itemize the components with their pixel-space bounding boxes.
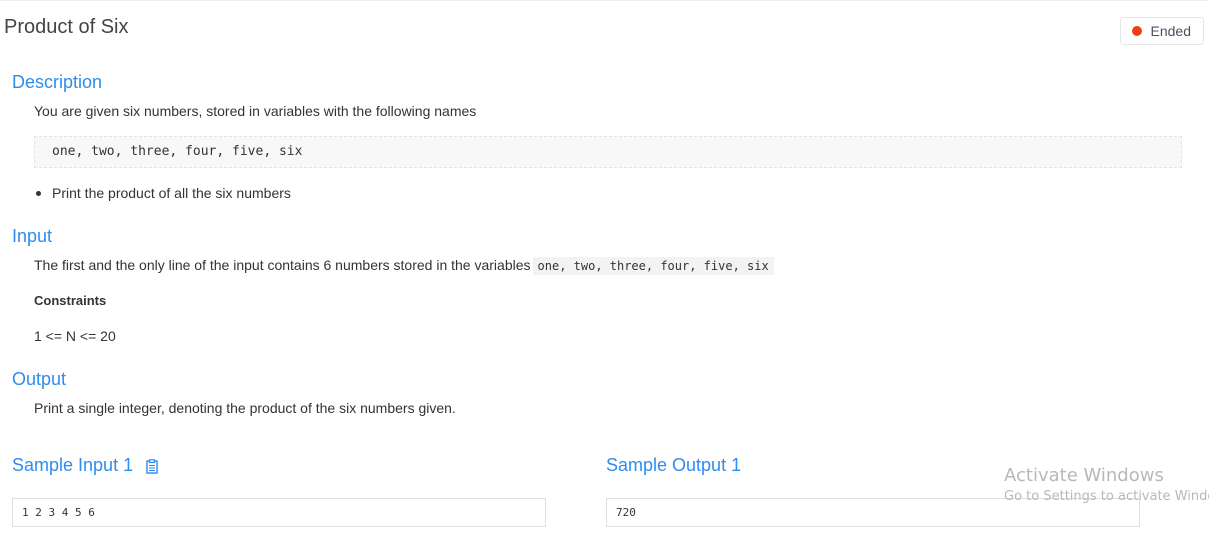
- activate-windows-watermark: Activate Windows Go to Settings to activ…: [1004, 465, 1209, 504]
- description-heading: Description: [12, 72, 103, 92]
- watermark-title: Activate Windows: [1004, 465, 1164, 486]
- sample-input-heading: Sample Input 1: [12, 455, 158, 476]
- input-heading: Input: [12, 226, 53, 246]
- constraints-heading: Constraints: [34, 293, 107, 308]
- clipboard-icon[interactable]: [146, 458, 158, 474]
- description-bullet-item: Print the product of all the six numbers: [36, 185, 291, 201]
- constraints-text: 1 <= N <= 20: [34, 328, 116, 344]
- problem-page: Product of Six Ended Description You are…: [0, 0, 1209, 538]
- sample-input-box[interactable]: 1 2 3 4 5 6: [12, 498, 546, 527]
- input-text: The first and the only line of the input…: [34, 257, 531, 273]
- description-intro: You are given six numbers, stored in var…: [34, 103, 477, 119]
- description-code-block: one, two, three, four, five, six: [34, 136, 1182, 168]
- input-inline-code: one, two, three, four, five, six: [532, 257, 774, 275]
- sample-input-label: Sample Input 1: [12, 455, 134, 475]
- input-text-line: The first and the only line of the input…: [34, 257, 774, 275]
- bullet-icon: [36, 190, 41, 196]
- sample-output-heading: Sample Output 1: [606, 455, 742, 475]
- output-text: Print a single integer, denoting the pro…: [34, 400, 456, 416]
- bullet-text: Print the product of all the six numbers: [52, 185, 291, 201]
- status-label: Ended: [1150, 23, 1191, 39]
- watermark-subtitle: Go to Settings to activate Windows.: [1004, 489, 1209, 504]
- status-dot-icon: [1131, 26, 1142, 36]
- problem-title: Product of Six: [4, 16, 129, 38]
- output-heading: Output: [12, 369, 67, 389]
- status-badge: Ended: [1119, 17, 1204, 45]
